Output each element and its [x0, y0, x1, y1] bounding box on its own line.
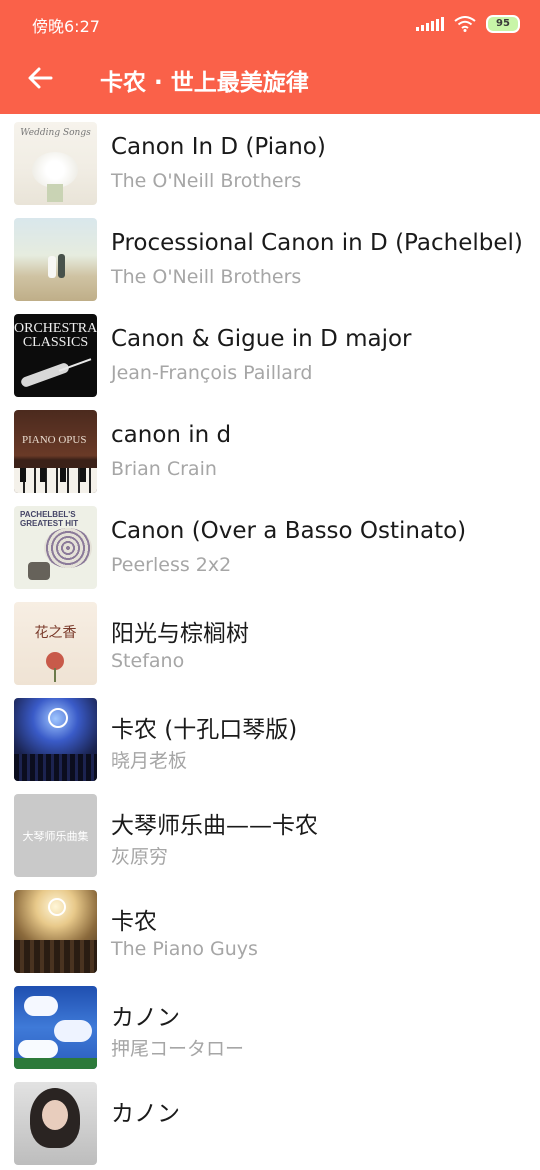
track-artist: 押尾コータロー: [111, 1038, 245, 1060]
back-arrow-icon[interactable]: [26, 64, 54, 92]
album-cover: PACHELBEL'S GREATEST HIT: [14, 506, 97, 589]
track-artist: The O'Neill Brothers: [111, 170, 302, 192]
page-title: 卡农 · 世上最美旋律: [100, 70, 309, 96]
app-bar: 卡农 · 世上最美旋律: [0, 46, 540, 114]
track-item[interactable]: Wedding Songs Canon In D (Piano) The O'N…: [0, 114, 540, 210]
track-list: Wedding Songs Canon In D (Piano) The O'N…: [0, 114, 540, 1170]
cover-text: ORCHESTRAL CLASSICS: [14, 321, 97, 350]
track-artist: 晓月老板: [111, 750, 188, 772]
track-title: canon in d: [111, 422, 232, 448]
album-cover: [14, 1082, 97, 1165]
track-artist: The O'Neill Brothers: [111, 266, 302, 288]
album-cover: PIANO OPUS: [14, 410, 97, 493]
cover-text: 花之香: [34, 625, 77, 641]
track-title: 大琴师乐曲——卡农: [111, 813, 318, 839]
track-item[interactable]: カノン 押尾コータロー: [0, 978, 540, 1074]
cover-text: PACHELBEL'S GREATEST HIT: [20, 510, 79, 528]
album-cover: [14, 890, 97, 973]
battery-icon: 95: [486, 15, 520, 33]
album-cover: [14, 698, 97, 781]
track-item[interactable]: 花之香 阳光与棕榈树 Stefano: [0, 594, 540, 690]
track-artist: Peerless 2x2: [111, 554, 232, 576]
track-item[interactable]: PIANO OPUS canon in d Brian Crain: [0, 402, 540, 498]
track-artist: Jean-François Paillard: [111, 362, 313, 384]
album-cover: [14, 218, 97, 301]
track-title: 卡农 (十孔口琴版): [111, 717, 298, 743]
cover-text: Wedding Songs: [20, 128, 91, 138]
track-artist: The Piano Guys: [111, 938, 258, 960]
track-item[interactable]: 卡农 (十孔口琴版) 晓月老板: [0, 690, 540, 786]
track-title: 阳光与棕榈树: [111, 621, 249, 647]
track-item[interactable]: Processional Canon in D (Pachelbel) The …: [0, 210, 540, 306]
album-cover: 大琴师乐曲集: [14, 794, 97, 877]
track-artist: 灰原穷: [111, 846, 169, 868]
wifi-icon: [454, 16, 476, 32]
cover-text: 大琴师乐曲集: [22, 829, 89, 843]
track-item[interactable]: カノン: [0, 1074, 540, 1170]
album-cover: ORCHESTRAL CLASSICS: [14, 314, 97, 397]
signal-icon: [416, 17, 444, 31]
status-time: 傍晚6:27: [32, 17, 100, 36]
track-artist: Brian Crain: [111, 458, 217, 480]
track-title: カノン: [111, 1101, 180, 1127]
track-artist: Stefano: [111, 650, 185, 672]
track-title: Canon & Gigue in D major: [111, 326, 412, 352]
track-item[interactable]: 大琴师乐曲集 大琴师乐曲——卡农 灰原穷: [0, 786, 540, 882]
album-cover: 花之香: [14, 602, 97, 685]
top-bar: 傍晚6:27 95 卡农 · 世上最美旋律: [0, 0, 540, 114]
status-bar: 傍晚6:27 95: [0, 0, 540, 46]
track-title: 卡农: [111, 909, 157, 935]
battery-level: 95: [496, 18, 510, 29]
track-item[interactable]: 卡农 The Piano Guys: [0, 882, 540, 978]
track-item[interactable]: ORCHESTRAL CLASSICS Canon & Gigue in D m…: [0, 306, 540, 402]
track-item[interactable]: PACHELBEL'S GREATEST HIT Canon (Over a B…: [0, 498, 540, 594]
track-title: Canon (Over a Basso Ostinato): [111, 518, 467, 544]
track-title: Canon In D (Piano): [111, 134, 326, 160]
status-icons: 95: [416, 14, 520, 34]
album-cover: [14, 986, 97, 1069]
track-title: カノン: [111, 1005, 180, 1031]
cover-text: PIANO OPUS: [22, 434, 87, 446]
album-cover: Wedding Songs: [14, 122, 97, 205]
track-title: Processional Canon in D (Pachelbel): [111, 230, 523, 256]
